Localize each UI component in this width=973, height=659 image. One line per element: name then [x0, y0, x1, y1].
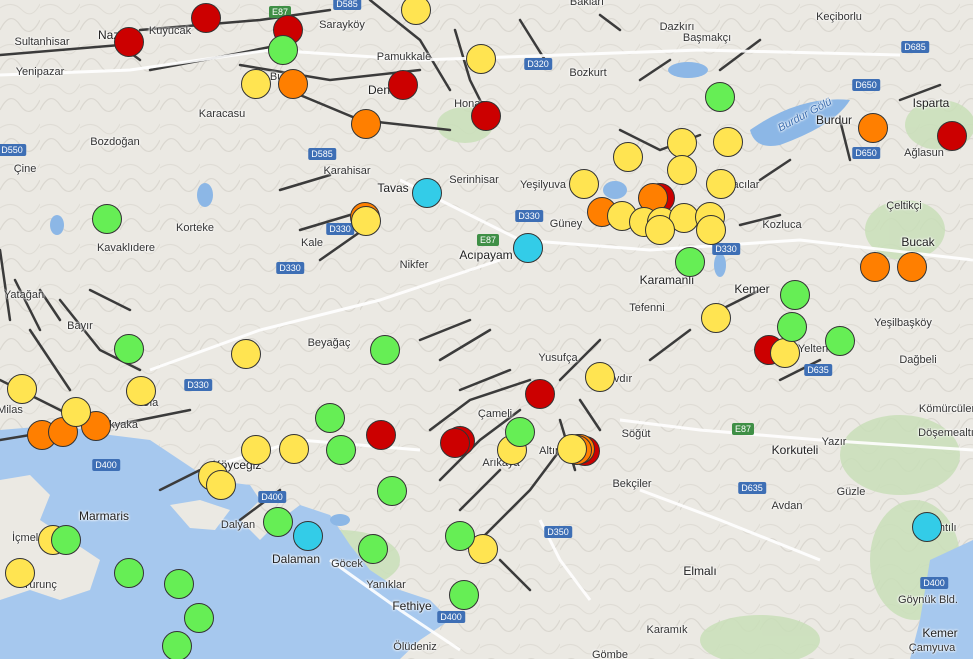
- earthquake-marker-yellow[interactable]: [645, 215, 675, 245]
- earthquake-marker-yellow[interactable]: [126, 376, 156, 406]
- road-shield: D330: [184, 379, 212, 391]
- road-shield: D400: [92, 459, 120, 471]
- earthquake-marker-red[interactable]: [388, 70, 418, 100]
- road-shield: D330: [515, 210, 543, 222]
- earthquake-marker-red[interactable]: [471, 101, 501, 131]
- earthquake-marker-yellow[interactable]: [279, 434, 309, 464]
- earthquake-marker-yellow[interactable]: [557, 434, 587, 464]
- earthquake-marker-red[interactable]: [191, 3, 221, 33]
- earthquake-marker-green[interactable]: [445, 521, 475, 551]
- earthquake-marker-green[interactable]: [326, 435, 356, 465]
- earthquake-marker-green[interactable]: [162, 631, 192, 659]
- earthquake-marker-yellow[interactable]: [231, 339, 261, 369]
- earthquake-marker-yellow[interactable]: [667, 155, 697, 185]
- earthquake-marker-green[interactable]: [449, 580, 479, 610]
- road-shield: D650: [852, 147, 880, 159]
- road-shield: D400: [258, 491, 286, 503]
- earthquake-marker-yellow[interactable]: [569, 169, 599, 199]
- road-shield: D330: [326, 223, 354, 235]
- earthquake-marker-green[interactable]: [92, 204, 122, 234]
- earthquake-marker-cyan[interactable]: [293, 521, 323, 551]
- road-shield: D585: [333, 0, 361, 10]
- earthquake-marker-red[interactable]: [525, 379, 555, 409]
- earthquake-marker-orange[interactable]: [860, 252, 890, 282]
- road-shield: D550: [0, 144, 26, 156]
- earthquake-marker-cyan[interactable]: [513, 233, 543, 263]
- earthquake-marker-green[interactable]: [268, 35, 298, 65]
- earthquake-marker-cyan[interactable]: [412, 178, 442, 208]
- earthquake-marker-yellow[interactable]: [7, 374, 37, 404]
- earthquake-marker-red[interactable]: [114, 27, 144, 57]
- earthquake-marker-green[interactable]: [675, 247, 705, 277]
- earthquake-marker-red[interactable]: [440, 428, 470, 458]
- earthquake-marker-orange[interactable]: [351, 109, 381, 139]
- earthquake-marker-yellow[interactable]: [206, 470, 236, 500]
- earthquake-marker-yellow[interactable]: [613, 142, 643, 172]
- earthquake-marker-green[interactable]: [777, 312, 807, 342]
- earthquake-marker-green[interactable]: [114, 558, 144, 588]
- road-shield: D635: [738, 482, 766, 494]
- earthquake-marker-green[interactable]: [184, 603, 214, 633]
- road-shield: E87: [476, 234, 500, 246]
- earthquake-marker-green[interactable]: [377, 476, 407, 506]
- road-shield: D330: [712, 243, 740, 255]
- earthquake-marker-yellow[interactable]: [61, 397, 91, 427]
- earthquake-marker-orange[interactable]: [897, 252, 927, 282]
- earthquake-marker-yellow[interactable]: [241, 69, 271, 99]
- road-shield: D650: [852, 79, 880, 91]
- earthquake-marker-green[interactable]: [164, 569, 194, 599]
- earthquake-marker-orange[interactable]: [278, 69, 308, 99]
- road-shield: D330: [276, 262, 304, 274]
- road-shield: D400: [437, 611, 465, 623]
- earthquake-marker-yellow[interactable]: [351, 206, 381, 236]
- earthquake-marker-yellow[interactable]: [241, 435, 271, 465]
- earthquake-marker-cyan[interactable]: [912, 512, 942, 542]
- earthquake-marker-green[interactable]: [51, 525, 81, 555]
- earthquake-marker-orange[interactable]: [858, 113, 888, 143]
- earthquake-marker-green[interactable]: [505, 417, 535, 447]
- earthquake-marker-green[interactable]: [370, 335, 400, 365]
- earthquake-marker-yellow[interactable]: [5, 558, 35, 588]
- earthquake-marker-yellow[interactable]: [770, 338, 800, 368]
- earthquake-map[interactable]: Kuyucak Sarayköy Nazilli Sultanhisar Pamukka…: [0, 0, 973, 659]
- earthquake-marker-yellow[interactable]: [466, 44, 496, 74]
- road-shield: D635: [804, 364, 832, 376]
- road-shield: D350: [544, 526, 572, 538]
- earthquake-marker-red[interactable]: [366, 420, 396, 450]
- earthquake-marker-green[interactable]: [705, 82, 735, 112]
- road-shield: D400: [920, 577, 948, 589]
- earthquake-marker-yellow[interactable]: [706, 169, 736, 199]
- earthquake-marker-yellow[interactable]: [713, 127, 743, 157]
- earthquake-marker-green[interactable]: [315, 403, 345, 433]
- earthquake-marker-yellow[interactable]: [667, 128, 697, 158]
- road-shield: D320: [524, 58, 552, 70]
- road-shield: D685: [901, 41, 929, 53]
- road-shield: E87: [731, 423, 755, 435]
- earthquake-marker-red[interactable]: [937, 121, 967, 151]
- road-shield: D585: [308, 148, 336, 160]
- earthquake-marker-green[interactable]: [114, 334, 144, 364]
- earthquake-marker-yellow[interactable]: [585, 362, 615, 392]
- earthquake-marker-yellow[interactable]: [701, 303, 731, 333]
- earthquake-marker-green[interactable]: [780, 280, 810, 310]
- earthquake-marker-green[interactable]: [263, 507, 293, 537]
- earthquake-marker-green[interactable]: [825, 326, 855, 356]
- earthquake-marker-yellow[interactable]: [696, 215, 726, 245]
- earthquake-marker-green[interactable]: [358, 534, 388, 564]
